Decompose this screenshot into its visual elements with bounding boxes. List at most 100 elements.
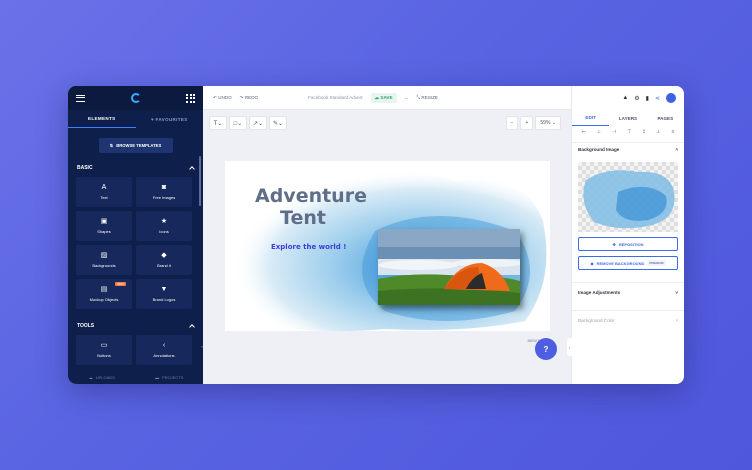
align-top-icon[interactable]: ⊤: [627, 129, 631, 135]
apps-grid-icon[interactable]: [186, 93, 195, 103]
align-center-icon[interactable]: ⊥: [597, 129, 601, 135]
move-icon: ✥: [612, 241, 616, 247]
zoom-in-button[interactable]: +: [520, 116, 534, 130]
tile-text[interactable]: A Text: [76, 177, 132, 207]
alignment-toolbar: ⊢ ⊥ ⊣ ⊤ ‡ ⊥ ≡: [572, 126, 684, 138]
align-right-icon[interactable]: ⊣: [612, 129, 616, 135]
pen-tool-icon[interactable]: ✎⌄: [269, 116, 287, 130]
properties-panel: ▲ ⚙ ▮ ⋖ EDIT LAYERS PAGES ⊢ ⊥ ⊣ ⊤ ‡ ⊥ ≡ …: [571, 86, 684, 384]
zoom-controls: − + 59% ⌄: [505, 116, 561, 130]
remove-background-button[interactable]: ◆ REMOVE BACKGROUND PREMIUM: [578, 256, 678, 270]
save-menu-chevron-icon[interactable]: ⌄: [405, 95, 409, 101]
tile-annotations[interactable]: ‹ Annotations: [136, 335, 192, 365]
new-badge: NEW: [115, 282, 126, 286]
mockup-icon: ▤: [100, 286, 108, 293]
tile-icons[interactable]: ★ Icons: [136, 211, 192, 241]
background-color-label: Background Color: [578, 318, 615, 323]
canvas-area: ↶ UNDO ↷ REDO Facebook Standard Advert ☁…: [203, 86, 571, 384]
chevron-down-icon: ˅: [675, 290, 678, 295]
browse-templates-button[interactable]: ⇅ BROWSE TEMPLATES: [98, 138, 173, 153]
background-image-label: Background Image: [578, 147, 620, 152]
tab-layers[interactable]: LAYERS: [609, 110, 646, 126]
undo-button[interactable]: ↶ UNDO: [213, 95, 232, 101]
tagline-text[interactable]: Explore the world !: [271, 243, 346, 251]
tile-buttons[interactable]: ▭ Buttons: [76, 335, 132, 365]
redo-label: REDO: [244, 94, 259, 100]
collapse-panel-handle[interactable]: ›: [567, 338, 572, 356]
headline-line-2: Tent: [280, 207, 326, 229]
tile-brand-logos[interactable]: ▼ Brand Logos: [136, 279, 192, 309]
basic-tiles: A Text ◙ Free Images ▣ Shapes ★ Icons ▨ Backg…: [68, 173, 203, 309]
editor-window: ELEMENTS ♥ FAVOURITES ⇅ BROWSE TEMPLATES…: [68, 86, 684, 384]
reposition-label: REPOSITION: [618, 241, 644, 247]
zoom-level-select[interactable]: 59% ⌄: [535, 116, 561, 130]
app-logo: [130, 93, 141, 103]
background-color-header[interactable]: Background Color ˅: [572, 310, 684, 330]
tab-edit[interactable]: EDIT: [572, 110, 610, 126]
align-middle-icon[interactable]: ‡: [643, 129, 646, 135]
notification-icon[interactable]: ▮: [646, 95, 649, 102]
tab-favourites-label: FAVOURITES: [155, 116, 188, 122]
zoom-out-button[interactable]: −: [505, 116, 519, 130]
avatar[interactable]: [666, 93, 676, 103]
tile-brand-it[interactable]: ◆ Brand it: [136, 245, 192, 275]
shape-tool-icon[interactable]: □⌄: [229, 116, 247, 130]
zoom-level-value: 59%: [540, 120, 551, 126]
tools-header-label: TOOLS: [77, 323, 95, 329]
chevron-up-icon: [189, 166, 195, 172]
redo-button[interactable]: ↷ REDO: [240, 95, 258, 101]
watercolor-thumbnail: [583, 170, 675, 229]
hat-icon[interactable]: ▲: [622, 95, 628, 101]
annotation-icon: ‹: [162, 342, 166, 349]
projects-button[interactable]: ▬ PROJECTS: [136, 370, 204, 384]
document-title[interactable]: Facebook Standard Advert: [308, 95, 362, 100]
sidebar-bottom-nav: ☁ UPLOADS ▬ PROJECTS: [68, 370, 203, 384]
help-button[interactable]: ?: [535, 338, 557, 360]
tab-pages[interactable]: PAGES: [647, 110, 684, 126]
tile-free-images[interactable]: ◙ Free Images: [136, 177, 192, 207]
tile-label: Brand Logos: [152, 297, 176, 302]
tab-favourites[interactable]: ♥ FAVOURITES: [136, 110, 204, 128]
top-toolbar: ↶ UNDO ↷ REDO Facebook Standard Advert ☁…: [203, 86, 571, 110]
distribute-icon[interactable]: ≡: [672, 129, 675, 135]
left-sidebar: ELEMENTS ♥ FAVOURITES ⇅ BROWSE TEMPLATES…: [68, 86, 203, 384]
design-canvas[interactable]: Adventure Tent Explore the world !: [225, 161, 550, 331]
sidebar-header: [68, 86, 203, 110]
text-tool-icon[interactable]: T⌄: [209, 116, 227, 130]
projects-label: PROJECTS: [162, 374, 184, 380]
menu-icon[interactable]: [76, 94, 85, 102]
uploads-button[interactable]: ☁ UPLOADS: [68, 370, 136, 384]
tile-backgrounds[interactable]: ▨ Backgrounds: [76, 245, 132, 275]
basic-header-label: BASIC: [77, 165, 93, 171]
tile-label: Annotations: [153, 353, 175, 358]
sidebar-tabs: ELEMENTS ♥ FAVOURITES: [68, 110, 203, 128]
tools-section-header[interactable]: TOOLS: [68, 321, 203, 331]
share-icon[interactable]: ⋖: [655, 95, 660, 102]
background-image-header[interactable]: Background Image ˄: [572, 142, 684, 156]
remove-background-label: REMOVE BACKGROUND: [596, 260, 645, 266]
basic-section-header[interactable]: BASIC: [68, 163, 203, 173]
save-button[interactable]: ☁ SAVE: [370, 92, 397, 103]
align-left-icon[interactable]: ⊢: [581, 129, 585, 135]
sidebar-scrollbar[interactable]: [199, 156, 201, 206]
camera-icon: ◙: [161, 184, 167, 191]
tile-mockup-objects[interactable]: NEW ▤ Mockup Objects: [76, 279, 132, 309]
reposition-button[interactable]: ✥ REPOSITION: [578, 237, 678, 251]
star-icon: ★: [160, 218, 168, 225]
tile-label: Text: [100, 195, 108, 200]
gear-icon[interactable]: ⚙: [634, 95, 639, 102]
background-image-preview[interactable]: [578, 162, 678, 232]
tab-elements[interactable]: ELEMENTS: [68, 110, 136, 128]
account-bar: ▲ ⚙ ▮ ⋖: [572, 86, 684, 110]
headline-text[interactable]: Adventure Tent: [255, 185, 367, 229]
resize-button[interactable]: ⤡ RESIZE: [416, 95, 438, 100]
tent-photo[interactable]: [378, 229, 520, 305]
undo-label: UNDO: [218, 94, 232, 100]
align-bottom-icon[interactable]: ⊥: [656, 129, 660, 135]
image-adjustments-header[interactable]: Image Adjustments ˅: [572, 282, 684, 302]
tile-shapes[interactable]: ▣ Shapes: [76, 211, 132, 241]
tile-label: Shapes: [97, 229, 111, 234]
arrow-tool-icon[interactable]: ↗⌄: [249, 116, 267, 130]
folder-icon: ▬: [155, 374, 160, 380]
chevron-up-icon: ˄: [675, 147, 678, 152]
